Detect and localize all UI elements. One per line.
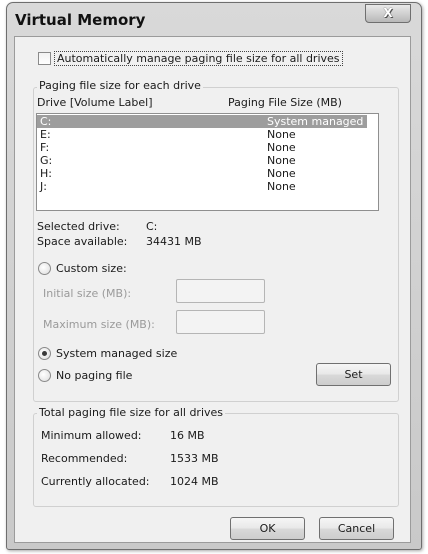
recommended-value: 1533 MB bbox=[170, 452, 219, 465]
drive-paging-size: System managed bbox=[267, 115, 364, 128]
selected-drive-value: C: bbox=[146, 220, 158, 233]
drive-letter: G: bbox=[40, 154, 53, 167]
drive-letter: J: bbox=[40, 180, 47, 193]
maximum-size-label: Maximum size (MB): bbox=[43, 318, 155, 331]
drive-letter: F: bbox=[40, 141, 50, 154]
paging-group-title: Paging file size for each drive bbox=[37, 79, 203, 92]
no-paging-file-radio[interactable] bbox=[38, 369, 51, 382]
drive-list-row[interactable]: E: None bbox=[37, 128, 367, 141]
initial-size-input[interactable] bbox=[176, 279, 265, 303]
cancel-button[interactable]: Cancel bbox=[319, 517, 394, 540]
maximum-size-input[interactable] bbox=[176, 310, 265, 334]
drive-list-row[interactable]: G: None bbox=[37, 154, 367, 167]
selected-drive-label: Selected drive: bbox=[37, 220, 120, 233]
drive-paging-size: None bbox=[267, 154, 296, 167]
drive-paging-size: None bbox=[267, 167, 296, 180]
drive-letter: H: bbox=[40, 167, 52, 180]
drive-list-row[interactable]: H: None bbox=[37, 167, 367, 180]
system-managed-radio[interactable] bbox=[38, 347, 51, 360]
auto-manage-checkbox[interactable] bbox=[38, 52, 51, 65]
drive-column-header: Drive [Volume Label] bbox=[37, 96, 153, 109]
drive-paging-size: None bbox=[267, 128, 296, 141]
close-button[interactable]: X bbox=[365, 4, 411, 23]
drive-list[interactable]: C: System managed E: None F: None G: None H: None… bbox=[36, 113, 379, 211]
minimum-allowed-value: 16 MB bbox=[170, 429, 205, 442]
set-button[interactable]: Set bbox=[316, 363, 391, 386]
currently-allocated-label: Currently allocated: bbox=[41, 475, 150, 488]
initial-size-label: Initial size (MB): bbox=[43, 287, 132, 300]
size-column-header: Paging File Size (MB) bbox=[228, 96, 342, 109]
close-icon: X bbox=[383, 6, 393, 20]
currently-allocated-value: 1024 MB bbox=[170, 475, 219, 488]
drive-letter: C: bbox=[40, 115, 52, 128]
drive-list-row[interactable]: J: None bbox=[37, 180, 367, 193]
auto-manage-label[interactable]: Automatically manage paging file size fo… bbox=[54, 51, 343, 66]
dialog-client-area: Automatically manage paging file size fo… bbox=[14, 36, 411, 543]
recommended-label: Recommended: bbox=[41, 452, 128, 465]
space-available-label: Space available: bbox=[37, 235, 128, 248]
drive-list-row[interactable]: C: System managed bbox=[37, 115, 367, 128]
system-managed-label[interactable]: System managed size bbox=[56, 347, 177, 360]
dialog-title: Virtual Memory bbox=[15, 11, 146, 29]
no-paging-file-label[interactable]: No paging file bbox=[56, 369, 132, 382]
ok-button[interactable]: OK bbox=[230, 517, 305, 540]
totals-group-title: Total paging file size for all drives bbox=[37, 406, 226, 419]
space-available-value: 34431 MB bbox=[146, 235, 202, 248]
drive-letter: E: bbox=[40, 128, 51, 141]
drive-paging-size: None bbox=[267, 141, 296, 154]
minimum-allowed-label: Minimum allowed: bbox=[41, 429, 142, 442]
custom-size-radio[interactable] bbox=[38, 262, 51, 275]
drive-paging-size: None bbox=[267, 180, 296, 193]
drive-list-row[interactable]: F: None bbox=[37, 141, 367, 154]
custom-size-label[interactable]: Custom size: bbox=[56, 262, 127, 275]
